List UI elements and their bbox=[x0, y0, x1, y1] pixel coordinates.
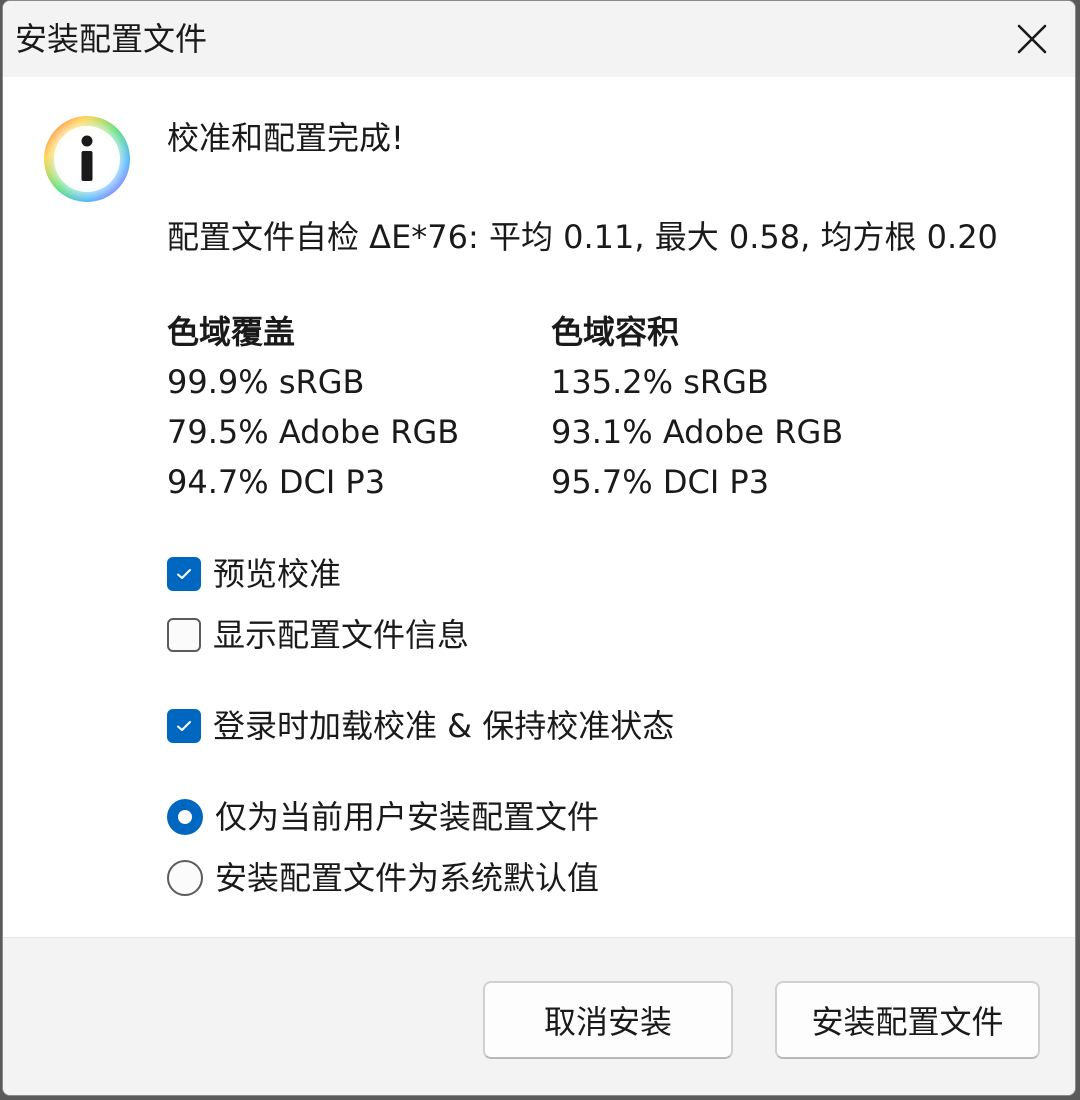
preview-calibration-label: 预览校准 bbox=[213, 555, 342, 593]
install-system-default-radio[interactable]: 安装配置文件为系统默认值 bbox=[167, 856, 599, 900]
show-profile-info-checkbox[interactable]: 显示配置文件信息 bbox=[167, 613, 469, 657]
gamut-coverage-title: 色域覆盖 bbox=[167, 313, 296, 351]
self-check-result: 配置文件自检 ΔE*76: 平均 0.11, 最大 0.58, 均方根 0.20 bbox=[167, 218, 998, 256]
show-profile-info-label: 显示配置文件信息 bbox=[213, 616, 470, 654]
completion-heading: 校准和配置完成! bbox=[167, 119, 404, 157]
load-on-login-label: 登录时加载校准 & 保持校准状态 bbox=[213, 707, 675, 745]
gamut-volume-item: 93.1% Adobe RGB bbox=[551, 413, 844, 451]
install-system-default-label: 安装配置文件为系统默认值 bbox=[215, 859, 600, 897]
title-bar: 安装配置文件 bbox=[3, 1, 1075, 77]
info-icon bbox=[44, 116, 130, 202]
checkbox-checked-icon bbox=[167, 709, 201, 743]
gamut-coverage-item: 99.9% sRGB bbox=[167, 363, 365, 401]
cancel-install-button[interactable]: 取消安装 bbox=[483, 981, 733, 1059]
gamut-volume-item: 135.2% sRGB bbox=[551, 363, 769, 401]
install-current-user-label: 仅为当前用户安装配置文件 bbox=[215, 798, 600, 836]
preview-calibration-checkbox[interactable]: 预览校准 bbox=[167, 552, 341, 596]
checkbox-unchecked-icon bbox=[167, 618, 201, 652]
load-on-login-checkbox[interactable]: 登录时加载校准 & 保持校准状态 bbox=[167, 704, 674, 748]
gamut-coverage-item: 79.5% Adobe RGB bbox=[167, 413, 460, 451]
close-icon bbox=[1017, 24, 1047, 54]
install-profile-dialog: 安装配置文件 校准和配置完成! 配置文件自检 ΔE*76: 平均 0.11, 最… bbox=[2, 0, 1076, 1096]
checkbox-checked-icon bbox=[167, 557, 201, 591]
window-title: 安装配置文件 bbox=[15, 20, 208, 58]
close-button[interactable] bbox=[989, 1, 1075, 77]
radio-unselected-icon bbox=[167, 860, 203, 896]
dialog-footer: 取消安装 安装配置文件 bbox=[3, 937, 1075, 1095]
gamut-volume-title: 色域容积 bbox=[551, 313, 680, 351]
gamut-coverage-item: 94.7% DCI P3 bbox=[167, 463, 386, 501]
install-current-user-radio[interactable]: 仅为当前用户安装配置文件 bbox=[167, 795, 599, 839]
install-profile-button[interactable]: 安装配置文件 bbox=[775, 981, 1040, 1059]
gamut-coverage: 色域覆盖 99.9% sRGB 79.5% Adobe RGB 94.7% DC… bbox=[167, 307, 459, 507]
gamut-volume-item: 95.7% DCI P3 bbox=[551, 463, 770, 501]
gamut-volume: 色域容积 135.2% sRGB 93.1% Adobe RGB 95.7% D… bbox=[551, 307, 843, 507]
radio-selected-icon bbox=[167, 799, 203, 835]
